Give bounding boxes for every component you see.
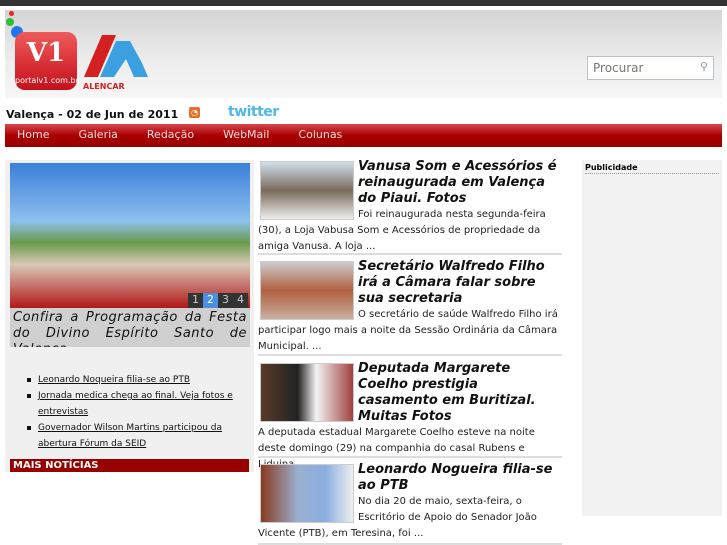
current-date: Valença - 02 de Jun de 2011: [6, 108, 179, 121]
slider-page-2[interactable]: 2: [203, 293, 218, 308]
slider-page-4[interactable]: 4: [233, 293, 248, 308]
nav-colunas[interactable]: Colunas: [286, 124, 354, 147]
article-item: Secretário Walfredo Filho irá a Câmara f…: [258, 259, 562, 356]
article-item: Leonardo Nogueira filia-se ao PTB No dia…: [258, 462, 562, 545]
list-item: Governador Wilson Martins participou da …: [25, 420, 247, 452]
article-item: Vanusa Som e Acessórios é reinaugurada e…: [258, 159, 562, 255]
nav-galeria[interactable]: Galeria: [66, 124, 129, 147]
nav-home[interactable]: Home: [5, 124, 61, 147]
main-nav: Home Galeria Redação WebMail Colunas: [5, 124, 722, 147]
nav-webmail[interactable]: WebMail: [211, 124, 281, 147]
slider-image[interactable]: 1 2 3 4: [10, 163, 250, 308]
headline-link[interactable]: Governador Wilson Martins participou da …: [38, 423, 222, 449]
slider-pager: 1 2 3 4: [188, 293, 248, 308]
headline-link[interactable]: Leonardo Noqueira filia-se ao PTB: [38, 375, 190, 385]
mais-noticias-heading: MAIS NOTÍCIAS: [10, 459, 249, 472]
sidebar-title: Publicidade: [585, 163, 719, 174]
alencar-logo[interactable]: ALENCAR: [82, 33, 152, 93]
twitter-link[interactable]: twitter: [228, 104, 279, 120]
slider-page-3[interactable]: 3: [218, 293, 233, 308]
top-bar: [0, 0, 727, 6]
slider-page-1[interactable]: 1: [188, 293, 203, 308]
portal-v1-logo[interactable]: V1 portalv1.com.br: [15, 32, 79, 90]
list-item: Jornada medica chega ao final. Veja foto…: [25, 388, 247, 420]
nav-redacao[interactable]: Redação: [135, 124, 206, 147]
article-thumbnail[interactable]: [260, 464, 354, 523]
slider-caption[interactable]: Confira a Programação da Festa do Divino…: [10, 308, 250, 347]
article-thumbnail[interactable]: [260, 161, 354, 220]
article-thumbnail[interactable]: [260, 363, 354, 422]
rss-icon[interactable]: ◔: [189, 107, 200, 118]
svg-text:ALENCAR: ALENCAR: [83, 82, 125, 91]
list-item: Leonardo Noqueira filia-se ao PTB: [25, 372, 247, 388]
headline-link[interactable]: Jornada medica chega ao final. Veja foto…: [38, 391, 233, 417]
headline-list: Leonardo Noqueira filia-se ao PTB Jornad…: [25, 372, 247, 452]
article-thumbnail[interactable]: [260, 261, 354, 320]
search-input[interactable]: Procurar ⚲: [587, 56, 714, 80]
right-sidebar: Publicidade: [582, 160, 722, 516]
search-icon[interactable]: ⚲: [700, 60, 708, 73]
article-item: Deputada Margarete Coelho prestigia casa…: [258, 361, 562, 470]
